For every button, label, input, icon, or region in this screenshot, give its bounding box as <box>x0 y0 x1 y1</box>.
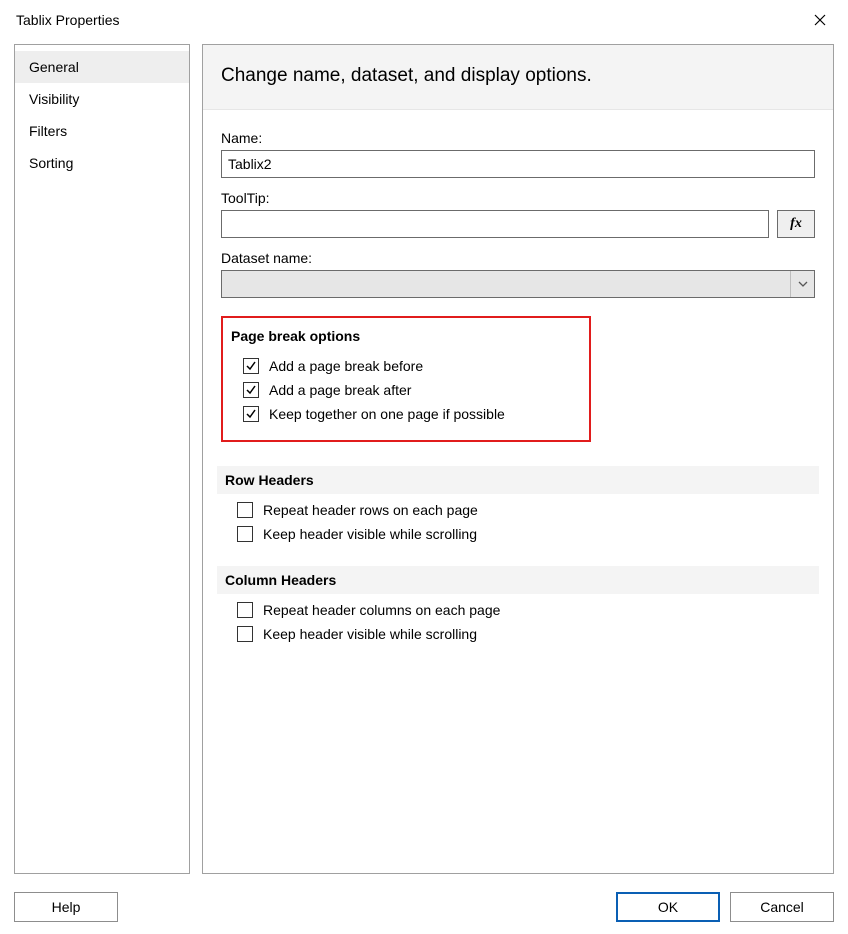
close-icon <box>814 14 826 26</box>
check-label: Repeat header rows on each page <box>263 502 478 518</box>
checkbox-icon <box>237 626 253 642</box>
checkbox-icon <box>237 526 253 542</box>
sidebar-item-label: Filters <box>29 123 67 139</box>
check-label: Repeat header columns on each page <box>263 602 500 618</box>
check-repeat-header-rows[interactable]: Repeat header rows on each page <box>237 502 815 518</box>
panel-content: Name: ToolTip: fx Dataset name: Page bre… <box>203 110 833 660</box>
sidebar-item-label: Visibility <box>29 91 79 107</box>
row-headers-heading: Row Headers <box>217 466 819 494</box>
check-page-break-after[interactable]: Add a page break after <box>243 382 581 398</box>
tooltip-row: fx <box>221 210 815 238</box>
dataset-label: Dataset name: <box>221 250 815 266</box>
check-label: Add a page break before <box>269 358 423 374</box>
panel-heading: Change name, dataset, and display option… <box>203 45 833 110</box>
footer: Help OK Cancel <box>14 892 834 922</box>
ok-button[interactable]: OK <box>616 892 720 922</box>
dataset-select[interactable] <box>221 270 815 298</box>
name-input[interactable] <box>221 150 815 178</box>
sidebar-item-label: Sorting <box>29 155 73 171</box>
page-break-highlight: Page break options Add a page break befo… <box>221 316 591 442</box>
name-label: Name: <box>221 130 815 146</box>
check-label: Keep together on one page if possible <box>269 406 505 422</box>
expression-button[interactable]: fx <box>777 210 815 238</box>
cancel-button[interactable]: Cancel <box>730 892 834 922</box>
column-headers-heading: Column Headers <box>217 566 819 594</box>
check-label: Keep header visible while scrolling <box>263 626 477 642</box>
check-row-header-visible[interactable]: Keep header visible while scrolling <box>237 526 815 542</box>
sidebar-item-label: General <box>29 59 79 75</box>
check-repeat-header-columns[interactable]: Repeat header columns on each page <box>237 602 815 618</box>
checkbox-icon <box>243 406 259 422</box>
tooltip-label: ToolTip: <box>221 190 815 206</box>
check-label: Add a page break after <box>269 382 411 398</box>
check-column-header-visible[interactable]: Keep header visible while scrolling <box>237 626 815 642</box>
help-button[interactable]: Help <box>14 892 118 922</box>
sidebar-item-filters[interactable]: Filters <box>15 115 189 147</box>
main-panel: Change name, dataset, and display option… <box>202 44 834 874</box>
dialog-body: General Visibility Filters Sorting Chang… <box>14 44 834 874</box>
checkbox-icon <box>243 382 259 398</box>
check-page-break-before[interactable]: Add a page break before <box>243 358 581 374</box>
check-keep-together[interactable]: Keep together on one page if possible <box>243 406 581 422</box>
page-break-heading: Page break options <box>231 322 581 350</box>
titlebar: Tablix Properties <box>0 0 848 40</box>
checkbox-icon <box>237 602 253 618</box>
sidebar-item-visibility[interactable]: Visibility <box>15 83 189 115</box>
tooltip-input[interactable] <box>221 210 769 238</box>
sidebar: General Visibility Filters Sorting <box>14 44 190 874</box>
fx-icon: fx <box>790 216 802 231</box>
sidebar-item-general[interactable]: General <box>15 51 189 83</box>
window-title: Tablix Properties <box>16 12 120 28</box>
checkbox-icon <box>237 502 253 518</box>
checkbox-icon <box>243 358 259 374</box>
close-button[interactable] <box>804 8 836 32</box>
check-label: Keep header visible while scrolling <box>263 526 477 542</box>
dataset-select-wrap <box>221 270 815 298</box>
sidebar-item-sorting[interactable]: Sorting <box>15 147 189 179</box>
